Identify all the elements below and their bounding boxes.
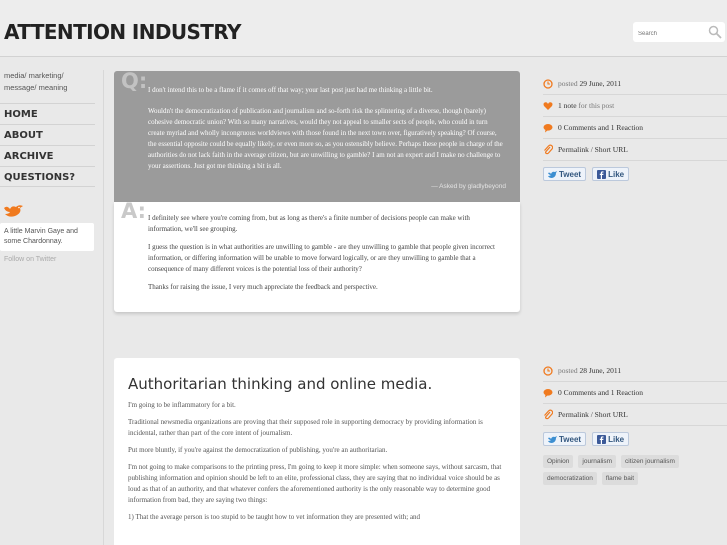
asked-by[interactable]: — Asked by gladlybeyond [148, 181, 506, 192]
answer-block: A: I definitely see where you're coming … [114, 199, 520, 312]
tag[interactable]: democratization [543, 472, 597, 485]
twitter-icon [548, 170, 557, 178]
nav-archive[interactable]: ARCHIVE [0, 145, 95, 166]
share-buttons: Tweet Like [543, 167, 727, 181]
site-title[interactable]: ATTENTION INDUSTRY [4, 20, 242, 44]
posted-date: posted 28 June, 2011 [543, 360, 727, 381]
nav-home[interactable]: HOME [0, 103, 95, 124]
twitter-bird-icon [4, 205, 23, 217]
tag[interactable]: flame bait [601, 472, 639, 485]
search-input[interactable] [633, 24, 703, 44]
text-post: Authoritarian thinking and online media.… [114, 358, 520, 545]
twitter-icon [548, 435, 557, 443]
follow-twitter-link[interactable]: Follow on Twitter [0, 256, 95, 263]
permalink-link[interactable]: Permalink [558, 407, 589, 423]
sidebar: media/ marketing/ message/ meaning HOME … [0, 70, 95, 263]
latest-tweet: A little Marvin Gaye and some Chardonnay… [0, 223, 94, 251]
site-header: ATTENTION INDUSTRY [0, 0, 727, 57]
notes[interactable]: 1 note for this post [543, 95, 727, 116]
comment-icon [543, 123, 553, 132]
post-paragraph: 1) That the average person is too stupid… [128, 513, 421, 521]
divider [543, 425, 727, 426]
facebook-icon [597, 169, 607, 179]
tweet-label: Tweet [559, 434, 582, 444]
question-block: Q: I don't intend this to be a flame if … [114, 71, 520, 202]
divider [543, 160, 727, 161]
question-marker: Q: [121, 69, 148, 93]
permalink-link[interactable]: Permalink [558, 142, 589, 158]
clock-icon [543, 365, 553, 376]
posted-label: posted [558, 365, 578, 375]
post-paragraph: Put more bluntly, if you're against the … [128, 446, 388, 454]
post-meta: posted 29 June, 2011 1 note for this pos… [543, 73, 727, 181]
short-url-link[interactable]: Short URL [595, 407, 628, 423]
tweet-button[interactable]: Tweet [543, 432, 587, 446]
post-paragraph: Traditional newsmedia organizations are … [128, 418, 483, 437]
main-nav: HOME ABOUT ARCHIVE QUESTIONS? [0, 103, 95, 187]
twitter-widget: A little Marvin Gaye and some Chardonnay… [0, 202, 95, 263]
posted-date: posted 29 June, 2011 [543, 73, 727, 94]
tag[interactable]: citizen journalism [621, 455, 679, 468]
facebook-icon [597, 434, 607, 444]
comments[interactable]: 0 Comments and 1 Reaction [543, 382, 727, 403]
comments-link[interactable]: 0 Comments and 1 Reaction [558, 120, 643, 136]
nav-questions[interactable]: QUESTIONS? [0, 166, 95, 187]
like-button[interactable]: Like [592, 432, 630, 446]
qa-post: Q: I don't intend this to be a flame if … [114, 71, 520, 312]
heart-icon [543, 101, 553, 110]
tweet-button[interactable]: Tweet [543, 167, 587, 181]
post-paragraph: I'm not going to make comparisons to the… [128, 463, 502, 504]
like-label: Like [608, 434, 625, 444]
question-text: Wouldn't the democratization of publicat… [148, 107, 503, 170]
links: Permalink / Short URL [543, 139, 727, 160]
post-meta: posted 28 June, 2011 0 Comments and 1 Re… [543, 360, 727, 485]
share-buttons: Tweet Like [543, 432, 727, 446]
links: Permalink / Short URL [543, 404, 727, 425]
tag[interactable]: journalism [578, 455, 617, 468]
short-url-link[interactable]: Short URL [595, 142, 628, 158]
post-paragraph: I'm going to be inflammatory for a bit. [128, 401, 236, 409]
paperclip-icon [544, 409, 553, 420]
post-date: 28 June, 2011 [579, 365, 622, 375]
note-count[interactable]: 1 note [558, 98, 577, 114]
tagline: media/ marketing/ message/ meaning [4, 71, 68, 92]
search-icon[interactable] [708, 25, 722, 39]
tweet-label: Tweet [559, 169, 582, 179]
question-text: I don't intend this to be a flame if it … [148, 86, 433, 94]
search-box[interactable] [633, 22, 725, 44]
comments[interactable]: 0 Comments and 1 Reaction [543, 117, 727, 138]
comments-link[interactable]: 0 Comments and 1 Reaction [558, 385, 643, 401]
tag[interactable]: Opinion [543, 455, 574, 468]
tag-list: Opinion journalism citizen journalism de… [543, 455, 718, 485]
post-date: 29 June, 2011 [579, 78, 622, 88]
like-label: Like [608, 169, 625, 179]
paperclip-icon [544, 144, 553, 155]
nav-about[interactable]: ABOUT [0, 124, 95, 145]
post-title[interactable]: Authoritarian thinking and online media. [128, 375, 506, 393]
note-suffix: for this post [578, 100, 615, 110]
comment-icon [543, 388, 553, 397]
answer-text: I guess the question is in what authorit… [148, 243, 495, 273]
clock-icon [543, 78, 553, 89]
column-divider [103, 70, 104, 545]
answer-text: I definitely see where you're coming fro… [148, 214, 470, 233]
answer-text: Thanks for raising the issue, I very muc… [148, 283, 378, 291]
like-button[interactable]: Like [592, 167, 630, 181]
answer-marker: A: [121, 199, 147, 223]
posted-label: posted [558, 78, 578, 88]
